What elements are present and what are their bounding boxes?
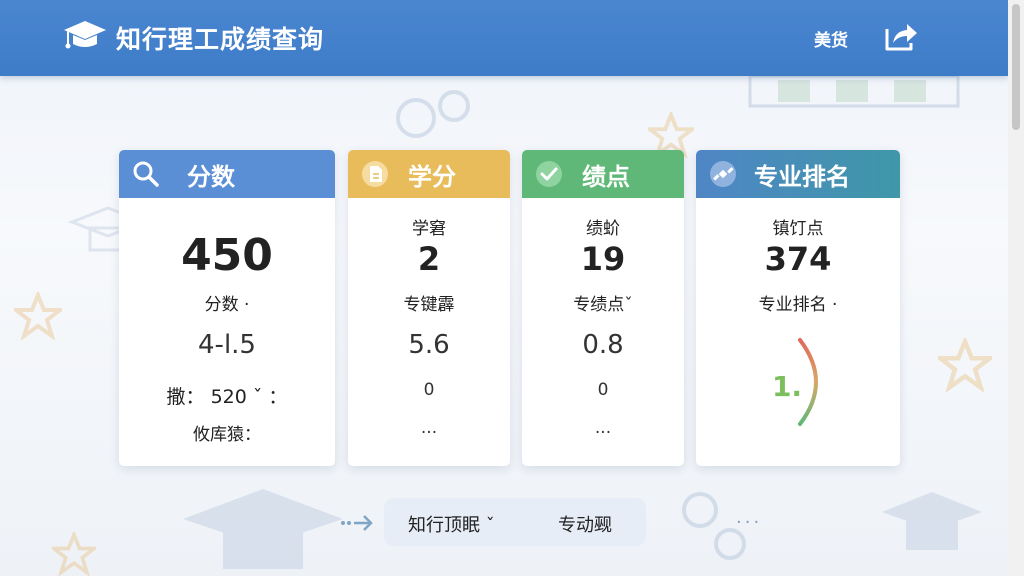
score-card[interactable]: 分数 450 分数 · 4-l.5 撒： 520 ˇ ： 攸库猿： bbox=[119, 150, 335, 466]
document-icon bbox=[362, 161, 388, 187]
rank-card-title: 专业排名 bbox=[754, 162, 850, 191]
background-star-icon bbox=[14, 292, 62, 340]
rank-top-label: 镇饤点 bbox=[772, 219, 824, 239]
gpa-card-title: 绩点 bbox=[582, 162, 630, 191]
credit-card-title: 学分 bbox=[408, 162, 456, 191]
gpa-ellipsis: ... bbox=[594, 418, 612, 438]
zhixing-dropdown-button[interactable]: 知行顶眠 ˇ bbox=[408, 511, 495, 537]
credit-card[interactable]: 学分 学窘 2 专键霹 5.6 0 ... bbox=[348, 150, 510, 466]
credit-label: 专键霹 bbox=[403, 295, 455, 315]
credit-extra-value: 0 bbox=[423, 380, 435, 400]
search-icon bbox=[133, 161, 159, 187]
app-header: 知行理工成绩查询 美货 bbox=[0, 0, 1008, 76]
gpa-card[interactable]: 绩点 绩蚧 19 专绩点ˇ 0.8 0 ... bbox=[522, 150, 684, 466]
credit-top-label: 学窘 bbox=[412, 219, 446, 239]
user-name[interactable]: 美货 bbox=[814, 26, 848, 51]
credit-sub-value: 5.6 bbox=[408, 330, 450, 360]
more-options-button[interactable]: ··· bbox=[736, 512, 762, 533]
gpa-card-header: 绩点 bbox=[522, 150, 684, 198]
background-star-icon-4 bbox=[52, 532, 96, 576]
gpa-dropdown[interactable]: 专绩点ˇ bbox=[522, 290, 684, 315]
arrow-right-icon bbox=[341, 515, 373, 531]
background-cap-icon bbox=[183, 489, 343, 569]
gpa-top-label: 绩蚧 bbox=[586, 219, 620, 239]
app-title: 知行理工成绩查询 bbox=[116, 25, 325, 54]
gpa-extra-value: 0 bbox=[597, 380, 609, 400]
background-star-icon-2 bbox=[938, 338, 992, 392]
score-card-title: 分数 bbox=[187, 162, 235, 191]
vertical-scrollbar[interactable] bbox=[1008, 0, 1024, 576]
score-sub-value: 4-l.5 bbox=[198, 330, 256, 360]
bottom-action-bar: 知行顶眠 ˇ 专动觋 bbox=[384, 498, 646, 546]
rank-card[interactable]: 专业排名 镇饤点 374 专业排名 · 1. bbox=[696, 150, 900, 466]
score-value: 450 bbox=[181, 230, 273, 281]
share-icon[interactable] bbox=[883, 19, 919, 53]
background-building-icon bbox=[748, 76, 960, 108]
scrollbar-thumb[interactable] bbox=[1012, 4, 1020, 130]
credit-card-header: 学分 bbox=[348, 150, 510, 198]
credit-value: 2 bbox=[417, 240, 441, 278]
score-total-dropdown[interactable]: 撒： 520 ˇ ： bbox=[119, 382, 335, 409]
action-button[interactable]: 专动觋 bbox=[558, 511, 612, 537]
rank-label: 专业排名 · bbox=[758, 295, 838, 315]
score-card-header: 分数 bbox=[119, 150, 335, 198]
score-extra-label: 攸库猿： bbox=[193, 425, 261, 445]
graduation-cap-icon bbox=[64, 21, 106, 49]
background-stethoscope-icon bbox=[396, 90, 470, 138]
satellite-icon bbox=[710, 161, 736, 187]
check-icon bbox=[536, 161, 562, 187]
rank-card-header: 专业排名 bbox=[696, 150, 900, 198]
rank-value: 374 bbox=[764, 240, 832, 278]
gpa-sub-value: 0.8 bbox=[582, 330, 624, 360]
rank-gauge-value: 1. bbox=[771, 370, 803, 403]
gpa-value: 19 bbox=[580, 240, 626, 278]
credit-ellipsis: ... bbox=[420, 418, 438, 438]
score-label: 分数 · bbox=[204, 295, 250, 315]
background-cap-icon-right bbox=[882, 492, 982, 550]
